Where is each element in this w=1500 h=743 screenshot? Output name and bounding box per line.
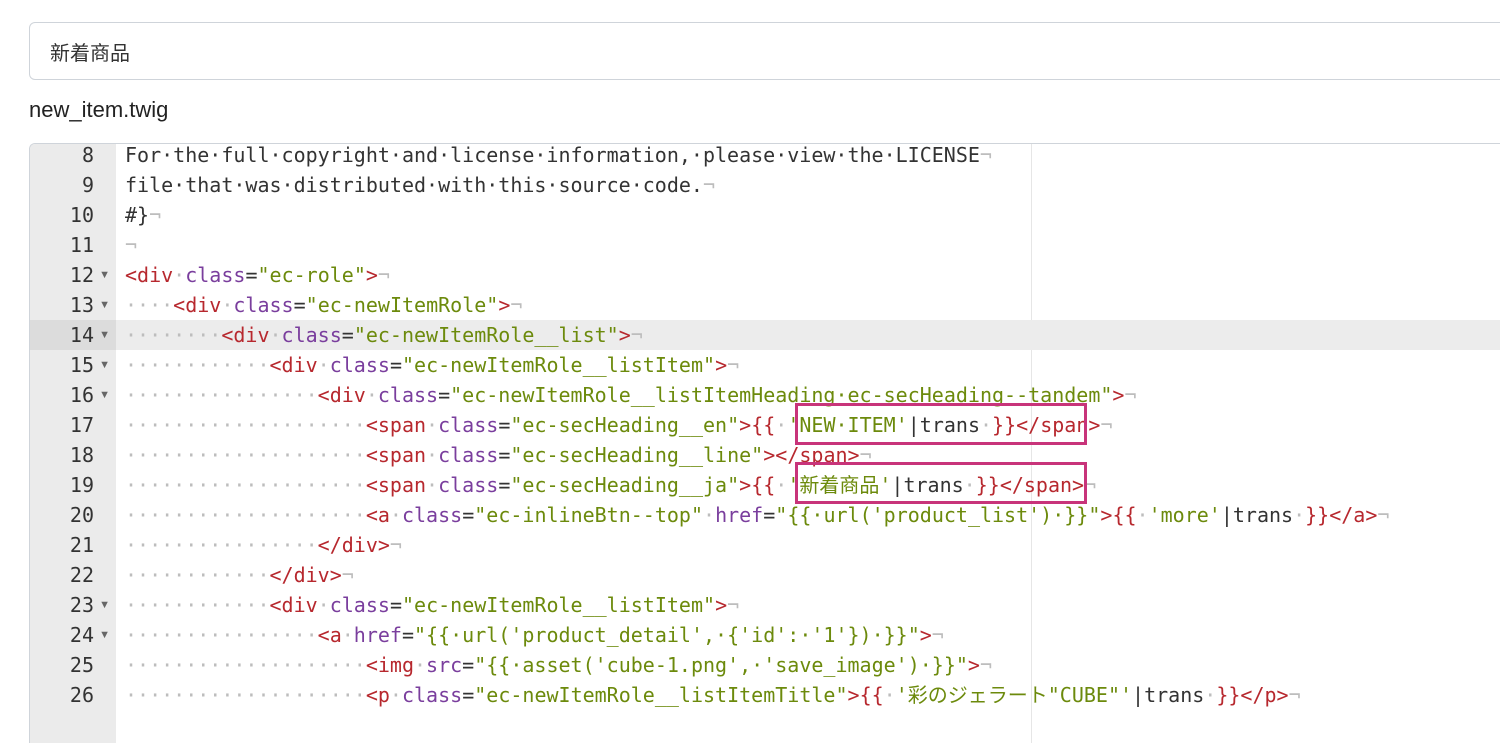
code-text: ············<div·class="ec-newItemRole__… (125, 353, 740, 377)
code-editor[interactable]: 8 For·the·full·copyright·and·license·info… (29, 143, 1500, 743)
line-number-cell: 13 ▼ (30, 290, 116, 320)
line-number: 12 (69, 263, 94, 287)
code-line-24[interactable]: 24 ▼ ················<a·href="{{·url('prod… (30, 620, 1500, 650)
code-line-22[interactable]: 22 ············</div>¬ (30, 560, 1500, 590)
fold-toggle-icon[interactable]: ▼ (99, 590, 110, 620)
line-number: 25 (69, 653, 94, 677)
code-line-15[interactable]: 15 ▼ ············<div·class="ec-newItemRol… (30, 350, 1500, 380)
fold-toggle-icon[interactable]: ▼ (99, 380, 110, 410)
code-text: ················</div>¬ (125, 533, 402, 557)
line-number: 22 (69, 563, 94, 587)
line-number-cell: 22 (30, 560, 116, 590)
code-line-12[interactable]: 12 ▼ <div·class="ec-role">¬ (30, 260, 1500, 290)
fold-toggle-icon[interactable]: ▼ (99, 320, 110, 350)
line-number-cell: 23 ▼ (30, 590, 116, 620)
fold-toggle-icon[interactable]: ▼ (99, 290, 110, 320)
code-line-9[interactable]: 9 file·that·was·distributed·with·this·sou… (30, 170, 1500, 200)
code-line-10[interactable]: 10 #}¬ (30, 200, 1500, 230)
line-number: 11 (69, 233, 94, 257)
line-number: 23 (69, 593, 94, 617)
line-number: 9 (81, 173, 94, 197)
code-text: <div·class="ec-role">¬ (125, 263, 390, 287)
line-number-cell: 10 (30, 200, 116, 230)
code-line-11[interactable]: 11 ¬ (30, 230, 1500, 260)
code-line-19[interactable]: 19 ····················<span·class="ec-se… (30, 470, 1500, 500)
code-line-23[interactable]: 23 ▼ ············<div·class="ec-newItemRol… (30, 590, 1500, 620)
line-number-cell: 24 ▼ (30, 620, 116, 650)
line-number-cell: 12 ▼ (30, 260, 116, 290)
code-line-8[interactable]: 8 For·the·full·copyright·and·license·info… (30, 143, 1500, 170)
code-line-16[interactable]: 16 ▼ ················<div·class="ec-newIte… (30, 380, 1500, 410)
line-number: 10 (69, 203, 94, 227)
line-number: 8 (81, 143, 94, 167)
line-number-cell: 16 ▼ (30, 380, 116, 410)
line-number-cell: 14 ▼ (30, 320, 116, 350)
code-text: ····················<span·class="ec-secH… (125, 443, 872, 467)
line-number-cell: 26 (30, 680, 116, 710)
code-text: #}¬ (125, 203, 162, 227)
line-number-cell: 15 ▼ (30, 350, 116, 380)
line-number-cell: 20 (30, 500, 116, 530)
code-text: ············</div>¬ (125, 563, 354, 587)
line-number-cell: 25 (30, 650, 116, 680)
line-number-cell: 21 (30, 530, 116, 560)
line-number: 21 (69, 533, 94, 557)
highlight-box-shinchaku-shohin (795, 462, 1087, 504)
file-name-label: new_item.twig (29, 97, 169, 122)
code-text: file·that·was·distributed·with·this·sour… (125, 173, 716, 197)
line-number: 17 (69, 413, 94, 437)
code-line-17[interactable]: 17 ····················<span·class="ec-se… (30, 410, 1500, 440)
code-text: ········<div·class="ec-newItemRole__list… (125, 323, 643, 347)
line-number: 16 (69, 383, 94, 407)
line-number-cell: 9 (30, 170, 116, 200)
fold-toggle-icon[interactable]: ▼ (99, 260, 110, 290)
line-number: 14 (69, 323, 94, 347)
line-number-cell: 8 (30, 143, 116, 170)
line-number-cell: 18 (30, 440, 116, 470)
code-text: ················<a·href="{{·url('product… (125, 623, 944, 647)
line-number: 13 (69, 293, 94, 317)
code-line-20[interactable]: 20 ····················<a·class="ec-inlin… (30, 500, 1500, 530)
code-text: ····················<img·src="{{·asset('… (125, 653, 992, 677)
block-name-input[interactable] (29, 22, 1500, 80)
line-number: 24 (69, 623, 94, 647)
line-number-cell: 17 (30, 410, 116, 440)
code-line-21[interactable]: 21 ················</div>¬ (30, 530, 1500, 560)
fold-toggle-icon[interactable]: ▼ (99, 620, 110, 650)
code-line-13[interactable]: 13 ▼ ····<div·class="ec-newItemRole">¬ (30, 290, 1500, 320)
code-text: For·the·full·copyright·and·license·infor… (125, 143, 992, 167)
line-number: 20 (69, 503, 94, 527)
line-number: 15 (69, 353, 94, 377)
code-text: ····················<a·class="ec-inlineB… (125, 503, 1390, 527)
code-line-25[interactable]: 25 ····················<img·src="{{·asset… (30, 650, 1500, 680)
line-number: 26 (69, 683, 94, 707)
line-number-cell: 11 (30, 230, 116, 260)
code-text: ¬ (125, 233, 138, 257)
fold-toggle-icon[interactable]: ▼ (99, 350, 110, 380)
highlight-box-new-item (795, 403, 1087, 445)
line-number: 19 (69, 473, 94, 497)
code-text: ············<div·class="ec-newItemRole__… (125, 593, 740, 617)
line-number: 18 (69, 443, 94, 467)
line-number-cell: 19 (30, 470, 116, 500)
code-text: ····················<p·class="ec-newItem… (125, 683, 1301, 707)
code-line-18[interactable]: 18 ····················<span·class="ec-se… (30, 440, 1500, 470)
code-text: ····<div·class="ec-newItemRole">¬ (125, 293, 523, 317)
code-line-14[interactable]: 14 ▼ ········<div·class="ec-newItemRole__l… (30, 320, 1500, 350)
code-line-26[interactable]: 26 ····················<p·class="ec-newIt… (30, 680, 1500, 710)
